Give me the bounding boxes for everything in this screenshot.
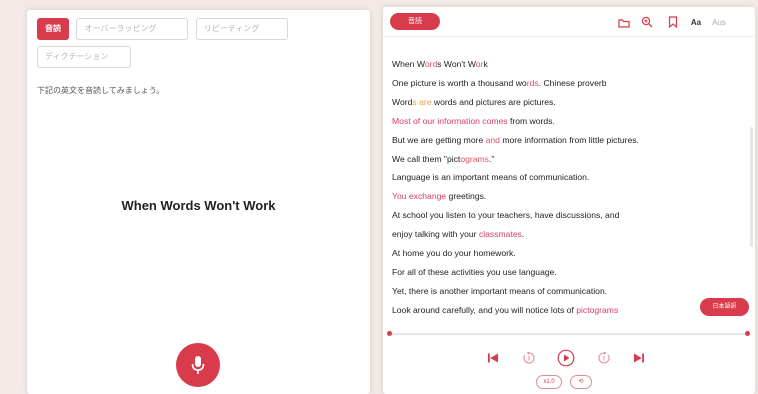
passage-segment: Word bbox=[392, 96, 413, 107]
highlighted-word: You exchange bbox=[392, 191, 447, 202]
forward-button[interactable] bbox=[595, 349, 613, 367]
passage-segment: We call them "pict bbox=[392, 153, 461, 164]
passage-segment: words and pictures are pictures. bbox=[431, 96, 556, 107]
passage-line: You exchange greetings. bbox=[392, 187, 742, 206]
translation-button[interactable]: 日本語訳 bbox=[700, 298, 749, 316]
highlighted-word: and bbox=[485, 134, 500, 145]
passage-segment: . bbox=[521, 229, 525, 240]
passage-segment: ." bbox=[488, 153, 495, 164]
passage-segment: from words. bbox=[507, 115, 555, 126]
microphone-icon bbox=[191, 356, 205, 374]
tab-dictation[interactable]: ディクテーション bbox=[37, 46, 131, 68]
audio-progress-handle[interactable] bbox=[387, 331, 392, 336]
rewind-button[interactable] bbox=[520, 349, 538, 367]
passage-title: When Words Won't Work bbox=[121, 198, 276, 213]
tab-ondoku[interactable]: 音読 bbox=[37, 18, 69, 40]
highlighted-word: s are bbox=[412, 96, 432, 107]
instruction-text: 下記の英文を音読してみましょう。 bbox=[37, 86, 165, 95]
skip-start-button[interactable] bbox=[484, 349, 502, 367]
passage-segment: At home you do your homework. bbox=[392, 248, 516, 259]
highlighted-word: classmates bbox=[478, 229, 522, 240]
skip-forward-icon bbox=[634, 353, 644, 363]
record-button[interactable] bbox=[176, 343, 220, 387]
passage-segment: When W bbox=[392, 59, 425, 69]
passage-line: At home you do your homework. bbox=[392, 244, 742, 263]
tab-repeating[interactable]: リピーティング bbox=[195, 18, 288, 40]
play-button[interactable] bbox=[556, 348, 576, 368]
bookmark-button[interactable] bbox=[666, 14, 680, 30]
passage-line: But we are getting more and more informa… bbox=[392, 131, 742, 150]
folder-icon bbox=[618, 18, 630, 28]
passage-segment: k bbox=[483, 59, 488, 69]
rewind-icon bbox=[523, 351, 535, 364]
passage-line: We call them "pictograms." bbox=[392, 150, 742, 169]
skip-back-icon bbox=[488, 353, 498, 363]
zoom-button[interactable] bbox=[639, 14, 655, 30]
zoom-in-icon bbox=[641, 16, 653, 28]
audio-progress-track[interactable] bbox=[389, 333, 749, 335]
play-icon bbox=[557, 349, 575, 367]
highlighted-word: pictograms bbox=[576, 304, 619, 315]
passage-line: Yet, there is another important means of… bbox=[392, 282, 742, 301]
passage-segment: For all of these activities you use lang… bbox=[392, 266, 557, 277]
repeat-button[interactable]: ⟲ bbox=[570, 375, 592, 389]
passage-line: enjoy talking with your classmates. bbox=[392, 225, 742, 244]
practice-panel: 音読 オーバーラッピング リピーティング ディクテーション 下記の英文を音読して… bbox=[27, 10, 370, 394]
passage-segment: more information from little pictures. bbox=[499, 134, 639, 145]
skip-end-button[interactable] bbox=[630, 349, 648, 367]
highlighted-word: ograms bbox=[460, 153, 489, 164]
audio-settings-button[interactable]: Aus bbox=[709, 14, 729, 30]
mode-badge[interactable]: 音読 bbox=[390, 13, 440, 30]
tab-overlapping[interactable]: オーバーラッピング bbox=[76, 18, 189, 40]
speed-button[interactable]: x1.0 bbox=[536, 375, 562, 389]
passage-segment: Yet, there is another important means of… bbox=[392, 285, 608, 296]
bookmark-icon bbox=[668, 16, 678, 28]
passage-segment: One picture is worth a thousand wo bbox=[392, 77, 527, 88]
passage-segment: At school you listen to your teachers, h… bbox=[392, 210, 620, 221]
passage-line: Language is an important means of commun… bbox=[392, 168, 742, 187]
passage-segment: Language is an important means of commun… bbox=[392, 172, 590, 183]
passage-segment: s Won't W bbox=[437, 59, 476, 69]
passage-segment: Look around carefully, and you will noti… bbox=[392, 304, 577, 315]
reader-header: 音読 Aa Aus bbox=[383, 7, 755, 37]
passage-line: Look around carefully, and you will noti… bbox=[392, 301, 742, 319]
folder-button[interactable] bbox=[616, 14, 632, 30]
font-size-button[interactable]: Aa bbox=[688, 14, 704, 30]
highlighted-word: rds bbox=[526, 77, 539, 88]
passage-segment: But we are getting more bbox=[392, 134, 486, 145]
passage-line: Words are words and pictures are picture… bbox=[392, 93, 742, 112]
passage-segment: . Chinese proverb bbox=[538, 77, 607, 88]
highlighted-word: ord bbox=[424, 59, 438, 69]
passage-segment: enjoy talking with your bbox=[392, 229, 479, 240]
audio-progress-end-marker bbox=[745, 331, 750, 336]
passage-line: One picture is worth a thousand words. C… bbox=[392, 74, 742, 93]
passage-text: When Words Won't Work One picture is wort… bbox=[392, 55, 742, 319]
passage-line: For all of these activities you use lang… bbox=[392, 263, 742, 282]
passage-line: When Words Won't Work bbox=[392, 55, 742, 74]
reader-panel: 音読 Aa Aus When Words Won't Work One pictu… bbox=[383, 7, 755, 394]
passage-line: Most of our information comes from words… bbox=[392, 112, 742, 131]
highlighted-word: Most of our information comes bbox=[392, 115, 508, 126]
forward-icon bbox=[598, 351, 610, 364]
mode-tabs: 音読 オーバーラッピング リピーティング ディクテーション bbox=[37, 18, 367, 74]
passage-segment: greetings. bbox=[446, 191, 487, 202]
scrollbar[interactable] bbox=[750, 127, 753, 247]
passage-line: At school you listen to your teachers, h… bbox=[392, 206, 742, 225]
